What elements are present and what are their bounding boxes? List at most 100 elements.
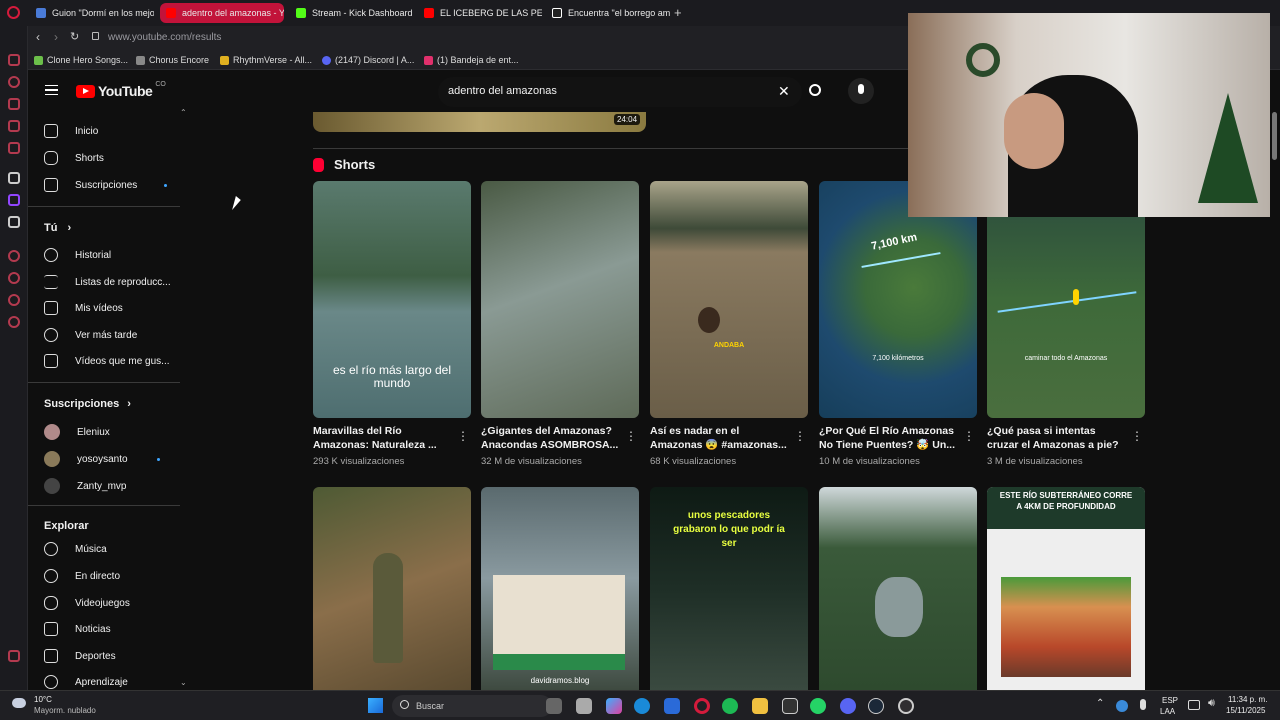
- tray-chevron-icon[interactable]: ⌃: [1096, 698, 1104, 709]
- menu-icon[interactable]: [45, 85, 58, 95]
- history-icon[interactable]: [8, 76, 20, 88]
- sidebar-sub-yosoysanto[interactable]: yosoysanto: [44, 451, 160, 467]
- start-button-icon[interactable]: [368, 698, 383, 713]
- gx-icon[interactable]: [8, 650, 20, 662]
- sidebar-item-en-directo[interactable]: En directo: [44, 569, 120, 583]
- sidebar-item-videojuegos[interactable]: Videojuegos: [44, 596, 130, 610]
- sidebar-item-aprendizaje[interactable]: Aprendizaje: [44, 675, 128, 689]
- more-options-icon[interactable]: ⋮: [794, 429, 806, 443]
- sidebar-item-ver-mas-tarde[interactable]: Ver más tarde: [44, 328, 137, 342]
- short-card[interactable]: davidramos.blog: [481, 487, 639, 690]
- sidebar-item-musica[interactable]: Música: [44, 542, 107, 556]
- network-icon[interactable]: [1188, 700, 1200, 710]
- microphone-icon[interactable]: [1140, 699, 1146, 710]
- bookmark-3[interactable]: (2147) Discord | A...: [322, 55, 414, 65]
- tray-app-icon[interactable]: [1116, 700, 1128, 712]
- sidebar-item-deportes[interactable]: Deportes: [44, 649, 116, 663]
- aria-icon[interactable]: [8, 172, 20, 184]
- spotify-icon[interactable]: [722, 698, 738, 714]
- copilot-icon[interactable]: [606, 698, 622, 714]
- sidebar-item-playlists[interactable]: Listas de reproducc...: [44, 275, 171, 289]
- recent-icon[interactable]: [8, 272, 20, 284]
- download-icon[interactable]: [8, 294, 20, 306]
- tab-2[interactable]: Stream - Kick Dashboard: [290, 3, 414, 23]
- short-card[interactable]: ¿Gigantes del Amazonas? Anacondas ASOMBR…: [481, 181, 639, 467]
- short-card[interactable]: ESTE RÍO SUBTERRÁNEO CORRE A 4KM DE PROF…: [987, 487, 1145, 690]
- short-card[interactable]: [819, 487, 977, 690]
- twitch-icon[interactable]: [8, 194, 20, 206]
- steam-icon[interactable]: [868, 698, 884, 714]
- short-thumbnail[interactable]: ESTE RÍO SUBTERRÁNEO CORRE A 4KM DE PROF…: [987, 487, 1145, 690]
- sidebar-item-suscripciones[interactable]: Suscripciones: [44, 178, 168, 192]
- volume-icon[interactable]: 🔊︎: [1208, 697, 1215, 710]
- bookmark-0[interactable]: Clone Hero Songs...: [34, 55, 128, 65]
- short-title[interactable]: Así es nadar en el Amazonas 😨 #amazonas.…: [650, 424, 788, 452]
- sidebar-sub-eleniux[interactable]: Eleniux: [44, 424, 110, 440]
- language-indicator[interactable]: ESP: [1162, 696, 1178, 705]
- more-options-icon[interactable]: ⋮: [963, 429, 975, 443]
- short-card[interactable]: unos pescadores grabaron lo que podr ía …: [650, 487, 808, 690]
- short-thumbnail[interactable]: unos pescadores grabaron lo que podr ía …: [650, 487, 808, 690]
- x-icon[interactable]: [8, 216, 20, 228]
- short-card[interactable]: ANDABA Así es nadar en el Amazonas 😨 #am…: [650, 181, 808, 467]
- widgets-icon[interactable]: [576, 698, 592, 714]
- sidebar-item-historial[interactable]: Historial: [44, 248, 111, 262]
- whatsapp-icon[interactable]: [810, 698, 826, 714]
- clock-icon[interactable]: [8, 250, 20, 262]
- new-tab-button[interactable]: +: [674, 5, 682, 20]
- discord-icon[interactable]: [840, 698, 856, 714]
- store-icon[interactable]: [664, 698, 680, 714]
- you-section-heading[interactable]: Tú ›: [44, 222, 71, 234]
- bookmark-1[interactable]: Chorus Encore: [136, 55, 209, 65]
- reload-icon[interactable]: ↻: [70, 30, 79, 43]
- more-options-icon[interactable]: ⋮: [625, 429, 637, 443]
- short-thumbnail[interactable]: es el río más largo del mundo: [313, 181, 471, 418]
- url-field[interactable]: www.youtube.com/results: [108, 32, 221, 43]
- forward-icon[interactable]: ›: [54, 30, 58, 44]
- wallet-icon[interactable]: [8, 98, 20, 110]
- search-icon[interactable]: [809, 84, 821, 96]
- page-scrollbar[interactable]: [1272, 112, 1277, 160]
- short-title[interactable]: ¿Qué pasa si intentas cruzar el Amazonas…: [987, 424, 1125, 452]
- short-card[interactable]: es el río más largo del mundo Maravillas…: [313, 181, 471, 467]
- clock-date[interactable]: 15/11/2025: [1226, 706, 1265, 715]
- short-thumbnail[interactable]: davidramos.blog: [481, 487, 639, 690]
- bookmark-4[interactable]: (1) Bandeja de ent...: [424, 55, 519, 65]
- search-input[interactable]: adentro del amazonas: [438, 77, 802, 107]
- youtube-logo[interactable]: YouTube CO: [76, 81, 166, 99]
- subscriptions-section-heading[interactable]: Suscripciones ›: [44, 398, 131, 410]
- short-title[interactable]: ¿Por Qué El Río Amazonas No Tiene Puente…: [819, 424, 957, 452]
- epic-games-icon[interactable]: [782, 698, 798, 714]
- short-thumbnail[interactable]: ANDABA: [650, 181, 808, 418]
- short-thumbnail[interactable]: [819, 487, 977, 690]
- short-card[interactable]: [313, 487, 471, 690]
- mail-icon[interactable]: [8, 142, 20, 154]
- tab-0[interactable]: Guion "Dormí en los mejo: [30, 3, 154, 23]
- microphone-icon[interactable]: [848, 78, 874, 104]
- edge-icon[interactable]: [634, 698, 650, 714]
- bookmark-2[interactable]: RhythmVerse - All...: [220, 55, 312, 65]
- taskbar-search[interactable]: Buscar: [392, 695, 552, 717]
- tab-4[interactable]: Encuentra "el borrego am: [546, 3, 670, 23]
- task-view-icon[interactable]: [546, 698, 562, 714]
- messenger-icon[interactable]: [8, 54, 20, 66]
- tab-1-active[interactable]: adentro del amazonas - Y: [160, 3, 284, 23]
- sidebar-item-liked-videos[interactable]: Vídeos que me gus...: [44, 354, 170, 368]
- sidebar-sub-zanty[interactable]: Zanty_mvp: [44, 478, 126, 494]
- sidebar-item-noticias[interactable]: Noticias: [44, 622, 111, 636]
- short-card[interactable]: 7,100 km 7,100 kilómetros ¿Por Qué El Rí…: [819, 181, 977, 467]
- settings-icon[interactable]: [8, 316, 20, 328]
- sidebar-item-mis-videos[interactable]: Mis vídeos: [44, 301, 123, 315]
- short-thumbnail[interactable]: [481, 181, 639, 418]
- more-options-icon[interactable]: ⋮: [1131, 429, 1143, 443]
- player-icon[interactable]: [8, 120, 20, 132]
- opera-logo-icon[interactable]: [7, 6, 20, 19]
- sidebar-item-shorts[interactable]: Shorts: [44, 151, 104, 165]
- short-thumbnail[interactable]: [313, 487, 471, 690]
- file-explorer-icon[interactable]: [752, 698, 768, 714]
- clock-time[interactable]: 11:34 p. m.: [1228, 695, 1267, 704]
- short-title[interactable]: Maravillas del Río Amazonas: Naturaleza …: [313, 424, 451, 452]
- opera-icon[interactable]: [694, 698, 710, 714]
- sidebar-scroll-down-icon[interactable]: ⌄: [180, 678, 187, 687]
- sidebar-item-inicio[interactable]: Inicio: [44, 124, 98, 138]
